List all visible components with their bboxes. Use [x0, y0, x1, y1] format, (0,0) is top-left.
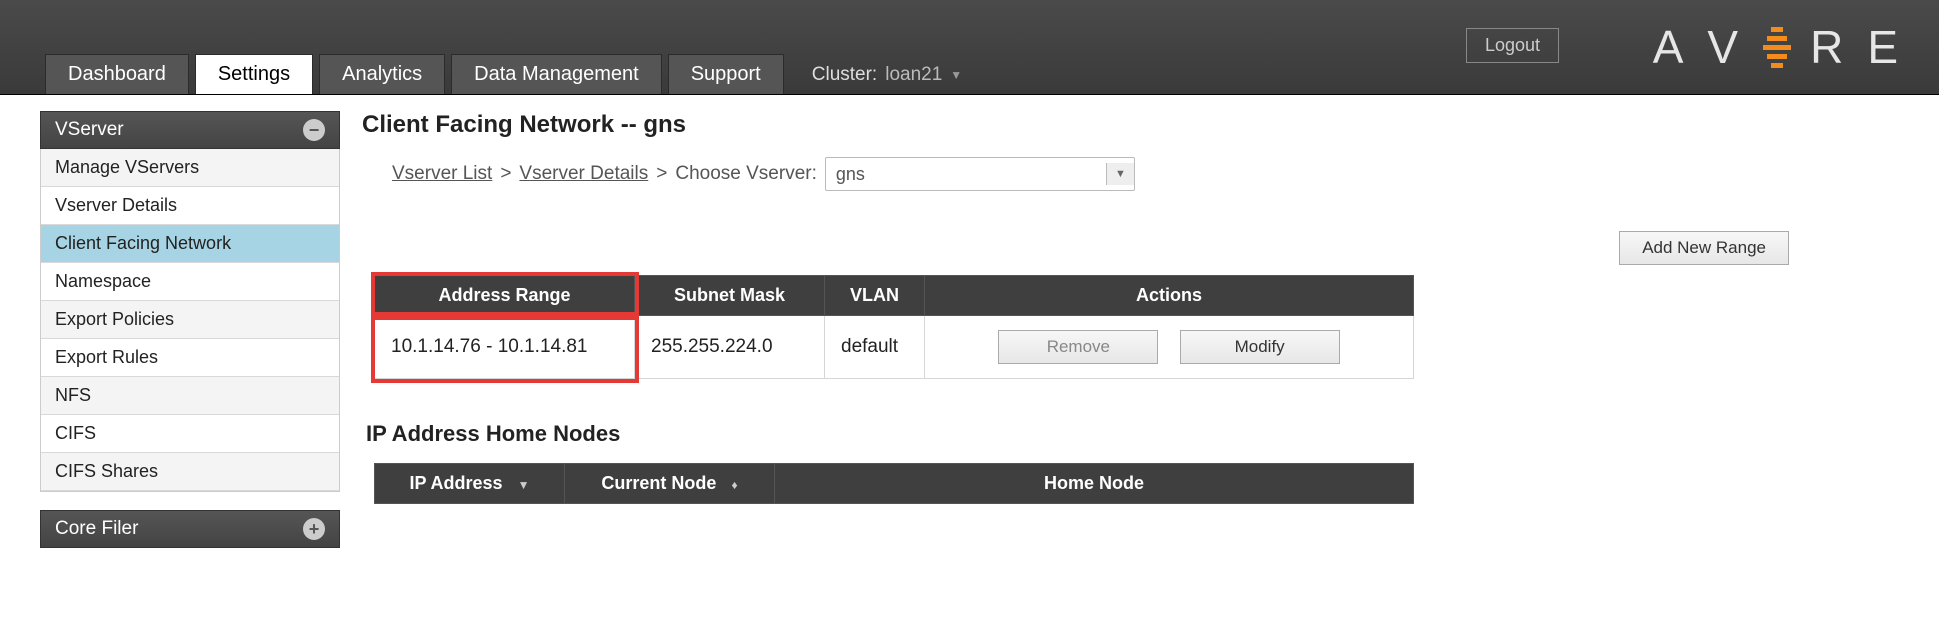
breadcrumb-separator: >	[656, 163, 667, 185]
cluster-prefix: Cluster:	[812, 64, 877, 86]
sidebar-item-export-policies[interactable]: Export Policies	[41, 301, 339, 339]
tab-dashboard[interactable]: Dashboard	[45, 54, 189, 94]
main-content: Client Facing Network -- gns Vserver Lis…	[362, 111, 1939, 548]
sidebar-item-vserver-details[interactable]: Vserver Details	[41, 187, 339, 225]
sidebar-item-cifs[interactable]: CIFS	[41, 415, 339, 453]
col-ip-address[interactable]: IP Address ▼	[375, 464, 565, 504]
logo-letter: V	[1707, 20, 1744, 74]
vserver-select[interactable]: gns ▼	[825, 157, 1135, 191]
sidebar-item-cifs-shares[interactable]: CIFS Shares	[41, 453, 339, 491]
logo-letter: R	[1810, 20, 1849, 74]
sidebar-item-manage-vservers[interactable]: Manage VServers	[41, 149, 339, 187]
cluster-selector[interactable]: Cluster: loan21 ▼	[812, 64, 962, 94]
modify-button[interactable]: Modify	[1180, 330, 1340, 364]
col-label: IP Address	[410, 473, 503, 493]
brand-logo: A V R E	[1653, 20, 1904, 74]
logo-letter: E	[1867, 20, 1904, 74]
add-new-range-button[interactable]: Add New Range	[1619, 231, 1789, 265]
sidebar-item-namespace[interactable]: Namespace	[41, 263, 339, 301]
breadcrumb-choose-label: Choose Vserver:	[675, 163, 817, 185]
col-subnet-mask: Subnet Mask	[635, 276, 825, 316]
tab-data-management[interactable]: Data Management	[451, 54, 662, 94]
sidebar-group-label: VServer	[55, 119, 124, 141]
logout-button[interactable]: Logout	[1466, 28, 1559, 63]
tab-settings[interactable]: Settings	[195, 54, 313, 94]
tab-analytics[interactable]: Analytics	[319, 54, 445, 94]
top-bar: Logout A V R E Dashboard Settings Analyt…	[0, 0, 1939, 95]
breadcrumb-separator: >	[500, 163, 511, 185]
breadcrumb-vserver-details[interactable]: Vserver Details	[519, 163, 648, 185]
sort-desc-icon: ▼	[518, 478, 530, 492]
col-vlan: VLAN	[825, 276, 925, 316]
vserver-select-value: gns	[836, 164, 865, 185]
col-label: Home Node	[1044, 473, 1144, 493]
cell-subnet-mask: 255.255.224.0	[635, 316, 825, 379]
sidebar-group-core-filer[interactable]: Core Filer +	[40, 510, 340, 548]
sidebar-group-vserver[interactable]: VServer −	[40, 111, 340, 149]
table-row: 10.1.14.76 - 10.1.14.81 255.255.224.0 de…	[375, 316, 1414, 379]
col-address-range: Address Range	[375, 276, 635, 316]
chevron-down-icon: ▼	[950, 68, 962, 82]
col-label: Current Node	[601, 473, 716, 493]
page-title: Client Facing Network -- gns	[362, 111, 1899, 139]
sidebar-item-nfs[interactable]: NFS	[41, 377, 339, 415]
cluster-name: loan21	[885, 64, 942, 86]
sidebar-item-client-facing-network[interactable]: Client Facing Network	[41, 225, 339, 263]
minus-icon: −	[303, 119, 325, 141]
cell-address-range: 10.1.14.76 - 10.1.14.81	[375, 316, 635, 379]
chevron-down-icon: ▼	[1106, 163, 1134, 185]
col-actions: Actions	[925, 276, 1414, 316]
remove-button[interactable]: Remove	[998, 330, 1158, 364]
ip-home-nodes-table: IP Address ▼ Current Node ♦ Home Node	[374, 463, 1414, 504]
cell-actions: Remove Modify	[925, 316, 1414, 379]
cell-vlan: default	[825, 316, 925, 379]
col-home-node[interactable]: Home Node	[775, 464, 1414, 504]
tab-support[interactable]: Support	[668, 54, 784, 94]
sort-icon: ♦	[731, 478, 737, 492]
logo-letter: A	[1653, 20, 1690, 74]
sidebar: VServer − Manage VServers Vserver Detail…	[40, 111, 340, 548]
address-range-table: Address Range Subnet Mask VLAN Actions 1…	[374, 275, 1414, 379]
main-tabs: Dashboard Settings Analytics Data Manage…	[45, 54, 962, 94]
logo-bars-icon	[1762, 27, 1792, 68]
sidebar-group-label: Core Filer	[55, 518, 138, 540]
breadcrumb-vserver-list[interactable]: Vserver List	[392, 163, 492, 185]
plus-icon: +	[303, 518, 325, 540]
col-current-node[interactable]: Current Node ♦	[565, 464, 775, 504]
sidebar-item-export-rules[interactable]: Export Rules	[41, 339, 339, 377]
ip-home-nodes-title: IP Address Home Nodes	[366, 421, 1899, 447]
breadcrumb: Vserver List > Vserver Details > Choose …	[392, 157, 1899, 191]
